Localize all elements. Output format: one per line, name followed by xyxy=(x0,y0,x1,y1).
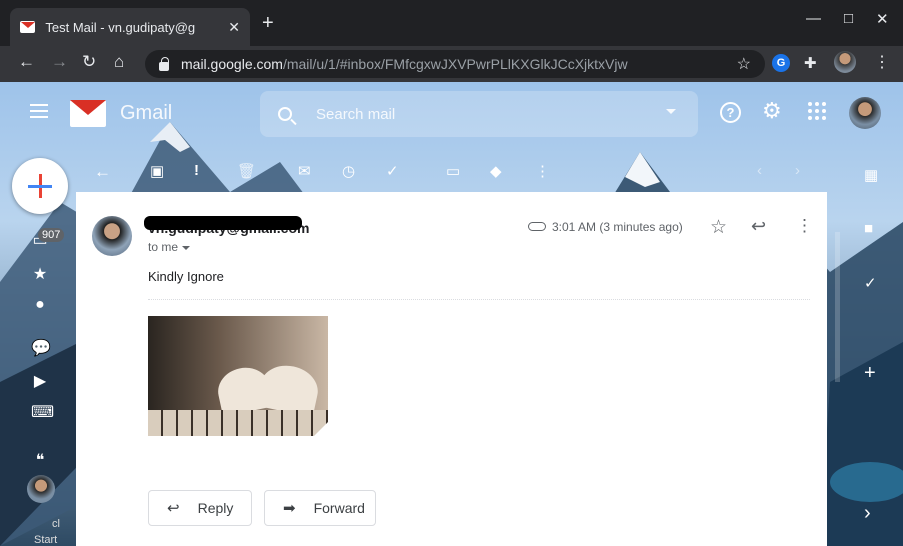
forward-nav-icon[interactable]: → xyxy=(51,52,68,72)
keep-icon[interactable]: ■ xyxy=(864,220,873,237)
back-icon[interactable]: ← xyxy=(18,52,35,72)
forward-label: Forward xyxy=(313,500,365,516)
attachment-divider xyxy=(148,299,810,300)
help-icon[interactable]: ? xyxy=(720,102,741,123)
message-more-icon[interactable]: ⋮ xyxy=(796,216,813,236)
video-meet-icon[interactable]: ▶ xyxy=(31,371,49,391)
reload-icon[interactable]: ↻ xyxy=(82,52,96,72)
message-timestamp: 3:01 AM (3 minutes ago) xyxy=(552,220,683,234)
chevron-down-icon[interactable] xyxy=(182,245,191,250)
delete-icon[interactable]: 🗑 xyxy=(237,162,256,180)
reply-label: Reply xyxy=(197,500,234,516)
snoozed-icon[interactable]: ● xyxy=(31,296,49,314)
newer-icon[interactable]: ‹ xyxy=(757,162,762,179)
url-host: mail.google.com xyxy=(181,56,283,72)
account-avatar[interactable] xyxy=(849,97,881,129)
gmail-app: Gmail ? ⚙ ▭ 907 ★ ● 💬 ▶ ⌨ ❝ cl Start ← ▣… xyxy=(0,82,903,546)
search-input[interactable] xyxy=(316,105,636,123)
compose-button[interactable] xyxy=(12,158,68,214)
attachment-thumbnail[interactable] xyxy=(148,316,328,436)
show-side-panel-icon[interactable]: › xyxy=(864,502,871,525)
browser-window: Test Mail - vn.gudipaty@g ✕ + — □ ✕ ← → … xyxy=(0,0,903,546)
browser-toolbar: ← → ↻ ⌂ mail.google.com /mail/u/1/#inbox… xyxy=(0,46,903,82)
labels-icon[interactable]: ◆ xyxy=(490,162,502,180)
address-bar[interactable]: mail.google.com /mail/u/1/#inbox/FMfcgxw… xyxy=(145,50,765,78)
chat-icon[interactable]: 💬 xyxy=(31,338,51,358)
chrome-profile-avatar[interactable] xyxy=(834,51,856,73)
hangouts-icon[interactable]: ❝ xyxy=(31,450,49,470)
tasks-icon[interactable]: ✓ xyxy=(864,274,877,292)
sender-avatar[interactable] xyxy=(92,216,132,256)
calendar-icon[interactable]: ▦ xyxy=(864,166,878,184)
get-addons-icon[interactable]: + xyxy=(864,362,876,385)
hangouts-avatar[interactable] xyxy=(27,475,55,503)
reply-button-icon: ↩ xyxy=(167,500,180,517)
reply-icon[interactable]: ↩ xyxy=(751,216,766,237)
recipient-text: to me xyxy=(148,240,179,254)
settings-gear-icon[interactable]: ⚙ xyxy=(762,98,782,124)
gmail-favicon-icon xyxy=(20,21,36,33)
close-window-button[interactable]: ✕ xyxy=(876,10,889,28)
report-spam-icon[interactable]: ! xyxy=(194,162,199,179)
rail-text-start[interactable]: Start xyxy=(34,534,57,546)
redaction-bar xyxy=(144,216,302,230)
maximize-button[interactable]: □ xyxy=(844,10,853,27)
add-task-icon[interactable]: ✓ xyxy=(386,162,399,180)
keyboard-icon[interactable]: ⌨ xyxy=(31,402,54,422)
more-actions-icon[interactable]: ⋮ xyxy=(535,162,550,180)
star-icon[interactable]: ☆ xyxy=(710,216,727,239)
reply-button[interactable]: ↩ Reply xyxy=(148,490,252,526)
recipient-details[interactable]: to me xyxy=(148,240,191,254)
side-scrollbar[interactable] xyxy=(835,232,840,382)
move-to-icon[interactable]: ▭ xyxy=(446,162,460,180)
main-menu-icon[interactable] xyxy=(30,104,48,122)
extensions-puzzle-icon[interactable]: ✚ xyxy=(804,54,817,72)
home-icon[interactable]: ⌂ xyxy=(114,52,124,72)
archive-icon[interactable]: ▣ xyxy=(150,162,164,180)
tab-strip: Test Mail - vn.gudipaty@g ✕ + — □ ✕ xyxy=(0,0,903,46)
lock-icon[interactable] xyxy=(159,56,169,71)
forward-icon: ➡ xyxy=(283,500,296,517)
rail-text-cl: cl xyxy=(52,518,60,530)
search-icon[interactable] xyxy=(278,107,292,121)
tab-title: Test Mail - vn.gudipaty@g xyxy=(45,19,196,35)
minimize-button[interactable]: — xyxy=(806,10,821,27)
extension-g-icon[interactable]: G xyxy=(772,54,790,72)
attachment-icon xyxy=(528,222,546,231)
tab-close-icon[interactable]: ✕ xyxy=(228,19,240,36)
browser-tab[interactable]: Test Mail - vn.gudipaty@g ✕ xyxy=(10,8,250,46)
search-options-icon[interactable] xyxy=(666,109,676,114)
older-icon[interactable]: › xyxy=(795,162,800,179)
gmail-wordmark[interactable]: Gmail xyxy=(120,102,172,125)
page-fold xyxy=(314,422,328,436)
forward-button[interactable]: ➡ Forward xyxy=(264,490,376,526)
snooze-icon[interactable]: ◷ xyxy=(342,162,355,180)
new-tab-button[interactable]: + xyxy=(262,12,274,35)
bookmark-star-icon[interactable]: ☆ xyxy=(737,54,751,74)
back-to-inbox-icon[interactable]: ← xyxy=(94,162,111,182)
chrome-menu-icon[interactable]: ⋮ xyxy=(874,52,890,72)
mark-unread-icon[interactable]: ✉ xyxy=(298,162,311,180)
book-spines xyxy=(148,410,328,436)
message-body: Kindly Ignore xyxy=(148,269,224,284)
message-card: vn.gudipaty@gmail.com to me 3:01 AM (3 m… xyxy=(76,192,827,546)
book-page-right xyxy=(255,360,323,418)
gmail-logo-icon[interactable] xyxy=(70,100,106,127)
url-path: /mail/u/1/#inbox/FMfcgxwJXVPwrPLlKXGlkJC… xyxy=(282,56,628,72)
inbox-count-badge: 907 xyxy=(38,228,65,242)
starred-icon[interactable]: ★ xyxy=(31,264,49,284)
google-apps-icon[interactable] xyxy=(808,102,826,120)
search-bar[interactable] xyxy=(260,91,698,137)
